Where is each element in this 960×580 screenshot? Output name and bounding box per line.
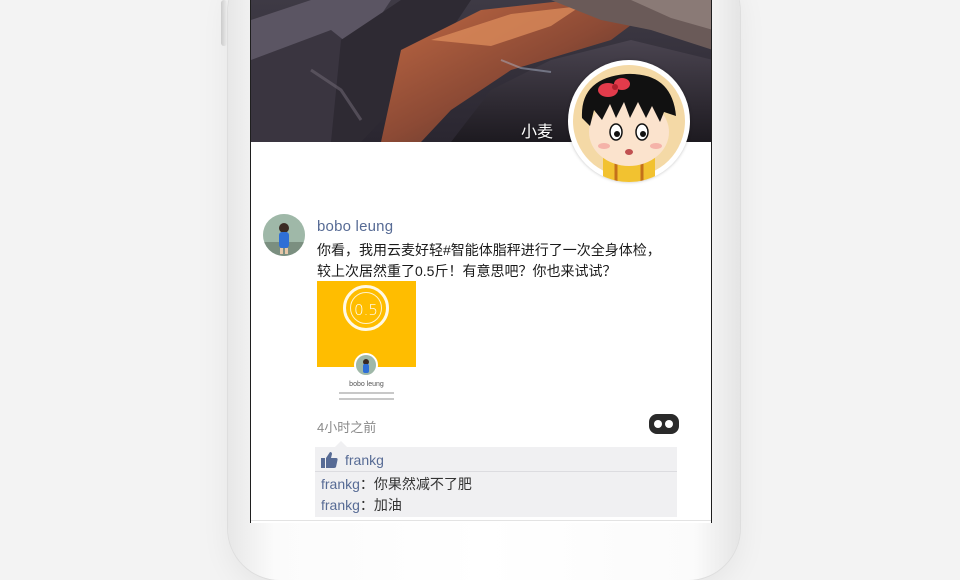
liker-name[interactable]: frankg xyxy=(345,452,384,468)
comment-text: 你果然减不了肥 xyxy=(373,476,472,492)
profile-avatar[interactable] xyxy=(568,60,690,182)
image-text-line xyxy=(339,398,394,400)
comment-item[interactable]: frankg：加油 xyxy=(321,495,402,515)
post-text-line-2: 较上次居然重了0.5斤！有意思吧？你也来试试？ xyxy=(317,263,617,279)
comment-author[interactable]: frankg xyxy=(321,476,360,492)
comment-separator: ： xyxy=(359,497,374,513)
comment-separator: ： xyxy=(359,476,374,492)
post-author-avatar[interactable] xyxy=(263,214,305,256)
divider xyxy=(251,520,711,521)
post-text: 你看，我用云麦好轻#智能体脂秤进行了一次全身体检， 较上次居然重了0.5斤！有意… xyxy=(317,240,687,282)
likes-comments-box: frankg frankg：你果然减不了肥 frankg：加油 xyxy=(315,441,677,517)
person-photo-icon xyxy=(263,214,305,256)
likes-row: frankg xyxy=(315,447,677,472)
image-text-line xyxy=(339,392,394,394)
comment-text: 加油 xyxy=(373,497,402,513)
thumbs-up-icon xyxy=(321,452,338,468)
post-author-name[interactable]: bobo leung xyxy=(317,218,393,235)
person-photo-icon xyxy=(356,355,376,375)
cartoon-girl-icon xyxy=(573,65,685,182)
image-user-avatar xyxy=(354,353,378,377)
comment-author[interactable]: frankg xyxy=(321,497,360,513)
post-text-line-1: 你看，我用云麦好轻#智能体脂秤进行了一次全身体检， xyxy=(317,242,661,258)
cover-display-name: 小麦 xyxy=(521,124,554,141)
dot xyxy=(665,420,673,428)
weight-value: 0.5 xyxy=(354,301,378,319)
post-timestamp: 4小时之前 xyxy=(317,420,377,435)
weight-ring: 0.5 xyxy=(343,285,389,331)
dot xyxy=(654,420,662,428)
post-image[interactable]: 0.5 bobo leung xyxy=(317,281,416,405)
more-dots-icon[interactable] xyxy=(649,414,679,434)
comment-item[interactable]: frankg：你果然减不了肥 xyxy=(321,474,472,494)
image-user-name: bobo leung xyxy=(349,381,384,388)
moments-screen: 小麦 bobo leung 你看，我用云麦好轻#智能体脂秤进行了一次全身体检， … xyxy=(250,0,712,523)
phone-side-button xyxy=(221,0,227,46)
